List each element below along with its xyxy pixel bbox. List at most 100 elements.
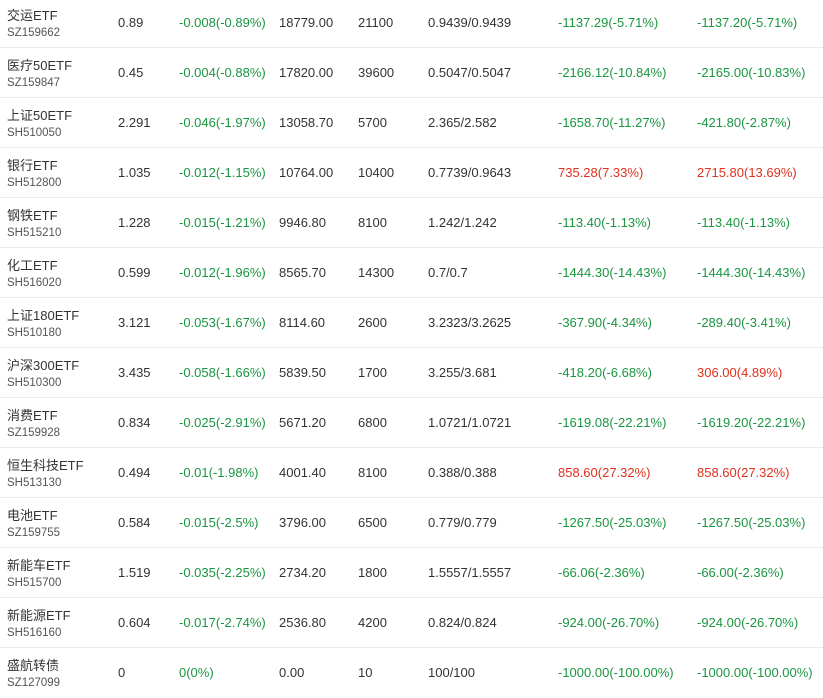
market-value-cell: 8565.70	[279, 265, 326, 280]
table-row[interactable]: 新能车ETF SH515700 1.519 -0.035(-2.25%) 2734.20…	[0, 548, 823, 598]
change-cell: -0.015(-1.21%)	[179, 215, 266, 230]
fund-name[interactable]: 沪深300ETF	[7, 355, 79, 374]
fund-code: SZ127099	[7, 677, 61, 689]
quantity-cell: 10400	[358, 165, 395, 180]
market-value-cell: 8114.60	[279, 315, 326, 330]
total-profit-loss-cell: -1444.30(-14.43%)	[697, 265, 806, 280]
fund-name-cell[interactable]: 新能源ETF SH516160	[7, 598, 112, 647]
table-row[interactable]: 交运ETF SZ159662 0.89 -0.008(-0.89%) 18779.00 2…	[0, 0, 823, 48]
total-profit-loss-cell: -1619.20(-22.21%)	[697, 415, 806, 430]
fund-name[interactable]: 医疗50ETF	[7, 55, 72, 74]
quantity-cell: 1800	[358, 565, 387, 580]
fund-name-cell[interactable]: 沪深300ETF SH510300	[7, 348, 112, 397]
fund-name-cell[interactable]: 消费ETF SZ159928	[7, 398, 112, 447]
fund-name-cell[interactable]: 恒生科技ETF SH513130	[7, 448, 112, 497]
fund-name-cell[interactable]: 盛航转债 SZ127099	[7, 648, 112, 697]
fund-name[interactable]: 新能车ETF	[7, 555, 71, 574]
cost-cell: 3.2323/3.2625	[428, 315, 512, 330]
profit-loss-cell: -418.20(-6.68%)	[558, 365, 652, 380]
table-row[interactable]: 化工ETF SH516020 0.599 -0.012(-1.96%) 8565.70 1…	[0, 248, 823, 298]
total-profit-loss-cell: -2165.00(-10.83%)	[697, 65, 806, 80]
fund-name-cell[interactable]: 交运ETF SZ159662	[7, 0, 112, 47]
table-row[interactable]: 银行ETF SH512800 1.035 -0.012(-1.15%) 10764.00…	[0, 148, 823, 198]
fund-name-cell[interactable]: 医疗50ETF SZ159847	[7, 48, 112, 97]
total-profit-loss-cell: -289.40(-3.41%)	[697, 315, 791, 330]
change-cell: -0.035(-2.25%)	[179, 565, 266, 580]
cost-cell: 100/100	[428, 665, 475, 680]
fund-name[interactable]: 交运ETF	[7, 5, 58, 24]
table-row[interactable]: 医疗50ETF SZ159847 0.45 -0.004(-0.88%) 17820.0…	[0, 48, 823, 98]
table-row[interactable]: 新能源ETF SH516160 0.604 -0.017(-2.74%) 2536.80…	[0, 598, 823, 648]
fund-name[interactable]: 新能源ETF	[7, 605, 71, 624]
profit-loss-cell: -1137.29(-5.71%)	[558, 15, 659, 30]
change-cell: -0.008(-0.89%)	[179, 15, 266, 30]
total-profit-loss-cell: -1267.50(-25.03%)	[697, 515, 806, 530]
fund-name-cell[interactable]: 上证50ETF SH510050	[7, 98, 112, 147]
market-value-cell: 18779.00	[279, 15, 334, 30]
fund-name[interactable]: 恒生科技ETF	[7, 455, 84, 474]
change-cell: -0.025(-2.91%)	[179, 415, 266, 430]
market-value-cell: 2734.20	[279, 565, 326, 580]
price-cell: 0	[118, 665, 126, 680]
market-value-cell: 4001.40	[279, 465, 326, 480]
price-cell: 0.604	[118, 615, 151, 630]
change-cell: -0.01(-1.98%)	[179, 465, 259, 480]
fund-name-cell[interactable]: 银行ETF SH512800	[7, 148, 112, 197]
change-cell: -0.012(-1.15%)	[179, 165, 266, 180]
fund-name[interactable]: 盛航转债	[7, 655, 59, 674]
quantity-cell: 1700	[358, 365, 387, 380]
quantity-cell: 6800	[358, 415, 387, 430]
holdings-table: 交运ETF SZ159662 0.89 -0.008(-0.89%) 18779.00 2…	[0, 0, 823, 698]
table-row[interactable]: 上证180ETF SH510180 3.121 -0.053(-1.67%) 8114.…	[0, 298, 823, 348]
fund-name-cell[interactable]: 上证180ETF SH510180	[7, 298, 112, 347]
fund-name-cell[interactable]: 电池ETF SZ159755	[7, 498, 112, 547]
table-row[interactable]: 消费ETF SZ159928 0.834 -0.025(-2.91%) 5671.20 6…	[0, 398, 823, 448]
market-value-cell: 17820.00	[279, 65, 334, 80]
table-row[interactable]: 沪深300ETF SH510300 3.435 -0.058(-1.66%) 5839.…	[0, 348, 823, 398]
fund-name[interactable]: 银行ETF	[7, 155, 58, 174]
fund-name[interactable]: 钢铁ETF	[7, 205, 58, 224]
fund-code: SH513130	[7, 477, 62, 489]
fund-code: SH512800	[7, 177, 62, 189]
cost-cell: 1.5557/1.5557	[428, 565, 512, 580]
table-row[interactable]: 上证50ETF SH510050 2.291 -0.046(-1.97%) 13058.…	[0, 98, 823, 148]
table-row[interactable]: 盛航转债 SZ127099 0 0(0%) 0.00 10 100/100 -1000.00(…	[0, 648, 823, 698]
market-value-cell: 13058.70	[279, 115, 334, 130]
total-profit-loss-cell: -924.00(-26.70%)	[697, 615, 799, 630]
table-row[interactable]: 钢铁ETF SH515210 1.228 -0.015(-1.21%) 9946.80 8…	[0, 198, 823, 248]
total-profit-loss-cell: -66.00(-2.36%)	[697, 565, 784, 580]
fund-name-cell[interactable]: 钢铁ETF SH515210	[7, 198, 112, 247]
price-cell: 1.035	[118, 165, 151, 180]
fund-code: SZ159662	[7, 27, 61, 39]
fund-name-cell[interactable]: 化工ETF SH516020	[7, 248, 112, 297]
profit-loss-cell: -2166.12(-10.84%)	[558, 65, 667, 80]
fund-code: SZ159847	[7, 77, 61, 89]
price-cell: 0.45	[118, 65, 144, 80]
fund-code: SH510300	[7, 377, 62, 389]
cost-cell: 0.824/0.824	[428, 615, 497, 630]
profit-loss-cell: -1619.08(-22.21%)	[558, 415, 667, 430]
total-profit-loss-cell: 858.60(27.32%)	[697, 465, 790, 480]
quantity-cell: 21100	[358, 15, 394, 30]
fund-name[interactable]: 化工ETF	[7, 255, 58, 274]
market-value-cell: 5839.50	[279, 365, 326, 380]
change-cell: -0.058(-1.66%)	[179, 365, 266, 380]
fund-name[interactable]: 电池ETF	[7, 505, 58, 524]
cost-cell: 0.7739/0.9643	[428, 165, 512, 180]
fund-name[interactable]: 上证50ETF	[7, 105, 72, 124]
table-row[interactable]: 电池ETF SZ159755 0.584 -0.015(-2.5%) 3796.00 65…	[0, 498, 823, 548]
profit-loss-cell: -367.90(-4.34%)	[558, 315, 652, 330]
quantity-cell: 4200	[358, 615, 387, 630]
market-value-cell: 5671.20	[279, 415, 326, 430]
total-profit-loss-cell: -1000.00(-100.00%)	[697, 665, 813, 680]
price-cell: 1.228	[118, 215, 151, 230]
fund-name-cell[interactable]: 新能车ETF SH515700	[7, 548, 112, 597]
cost-cell: 3.255/3.681	[428, 365, 497, 380]
fund-code: SZ159755	[7, 527, 61, 539]
change-cell: 0(0%)	[179, 665, 214, 680]
fund-name[interactable]: 上证180ETF	[7, 305, 79, 324]
table-row[interactable]: 恒生科技ETF SH513130 0.494 -0.01(-1.98%) 4001.40…	[0, 448, 823, 498]
fund-code: SZ159928	[7, 427, 61, 439]
market-value-cell: 9946.80	[279, 215, 326, 230]
fund-name[interactable]: 消费ETF	[7, 405, 58, 424]
